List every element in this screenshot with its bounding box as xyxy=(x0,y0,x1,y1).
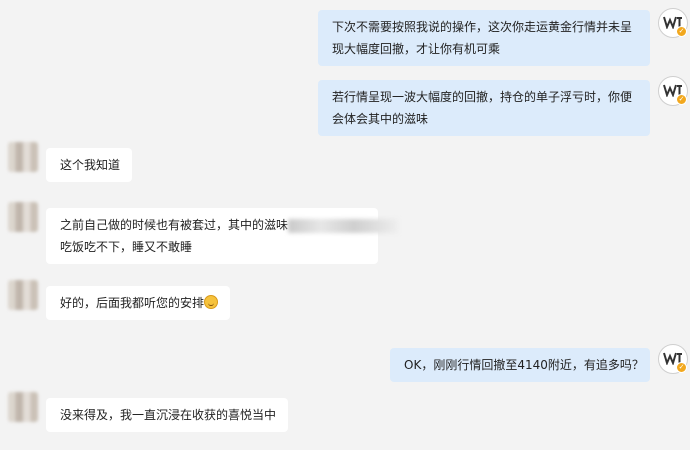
outgoing-message[interactable]: 若行情呈现一波大幅度的回撤，持仓的单子浮亏时，你便 会体会其中的滋味 xyxy=(318,80,650,136)
incoming-message[interactable]: 好的，后面我都听您的安排 xyxy=(46,286,230,320)
contact-avatar[interactable] xyxy=(8,202,38,232)
message-line: 若行情呈现一波大幅度的回撤，持仓的单子浮亏时，你便 xyxy=(332,90,633,104)
verified-badge-icon: ✓ xyxy=(676,362,687,373)
message-text: 这个我知道 xyxy=(60,158,121,172)
outgoing-message[interactable]: OK，刚刚行情回撤至4140附近，有追多吗？ xyxy=(390,348,650,382)
message-text: 好的，后面我都听您的安排 xyxy=(60,296,205,310)
chat-view: 下次不需要按照我说的操作，这次你走运黄金行情并未呈 现大幅度回撤，才让你有机可乘… xyxy=(0,0,690,450)
incoming-message[interactable]: 没来得及，我一直沉浸在收获的喜悦当中 xyxy=(46,398,288,432)
grinning-face-icon xyxy=(204,295,219,309)
contact-avatar[interactable] xyxy=(8,142,38,172)
message-line: 下次不需要按照我说的操作，这次你走运黄金行情并未呈 xyxy=(332,20,633,34)
verified-badge-icon: ✓ xyxy=(676,26,687,37)
message-line: 之前自己做的时候也有被套过，其中的滋味 xyxy=(60,218,289,232)
contact-avatar[interactable] xyxy=(8,280,38,310)
message-line: 吃饭吃不下，睡又不敢睡 xyxy=(60,240,193,254)
message-line: 会体会其中的滋味 xyxy=(332,112,429,126)
message-text: OK，刚刚行情回撤至4140附近，有追多吗？ xyxy=(404,358,644,372)
redacted-text xyxy=(288,218,399,233)
message-line: 现大幅度回撤，才让你有机可乘 xyxy=(332,42,501,56)
verified-badge-icon: ✓ xyxy=(676,94,687,105)
incoming-message[interactable]: 这个我知道 xyxy=(46,148,132,182)
message-text: 没来得及，我一直沉浸在收获的喜悦当中 xyxy=(60,408,277,422)
incoming-message[interactable]: 之前自己做的时候也有被套过，其中的滋味 吃饭吃不下，睡又不敢睡 xyxy=(46,208,399,264)
contact-avatar[interactable] xyxy=(8,392,38,422)
outgoing-message[interactable]: 下次不需要按照我说的操作，这次你走运黄金行情并未呈 现大幅度回撤，才让你有机可乘 xyxy=(318,10,650,66)
